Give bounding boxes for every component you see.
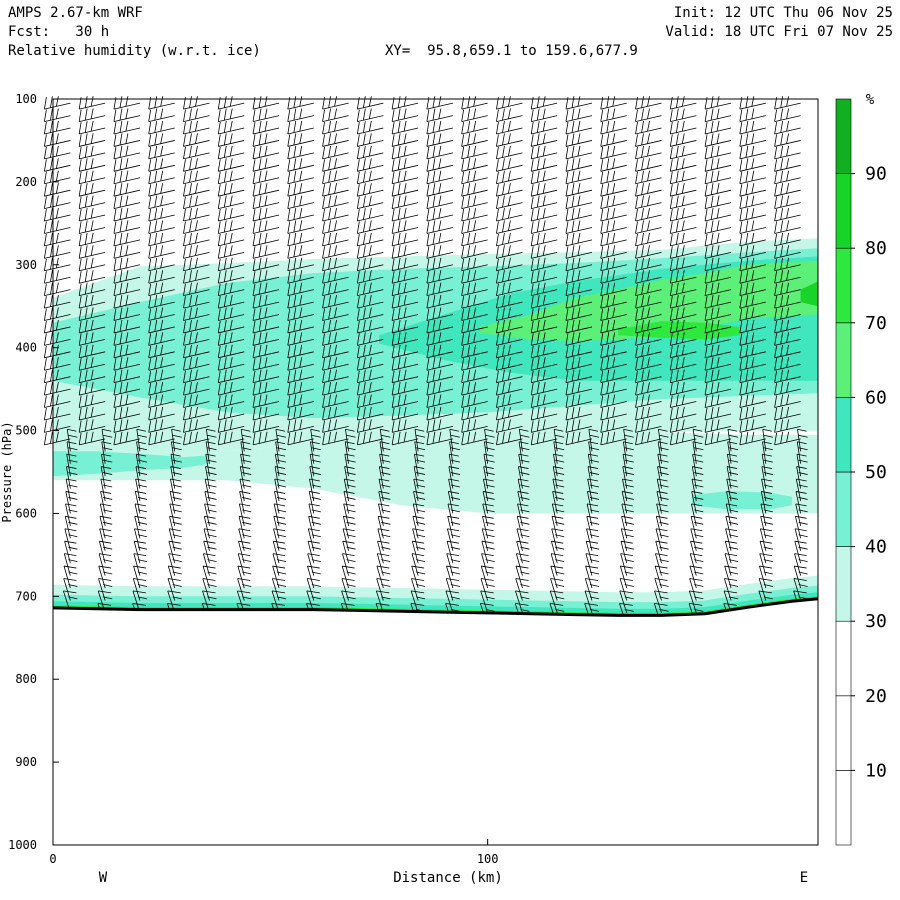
colorbar-swatch [835, 173, 852, 249]
colorbar-swatch [835, 620, 852, 697]
y-tick-label: 400 [15, 341, 37, 355]
y-tick-label: 1000 [8, 838, 37, 852]
forecast-hour: Fcst: 30 h [8, 24, 109, 40]
init-time: Init: 12 UTC Thu 06 Nov 25 [674, 5, 893, 21]
x-tick-label: 100 [477, 852, 499, 866]
y-tick-label: 600 [15, 506, 37, 520]
colorbar-tick-label: 30 [865, 611, 887, 632]
field-name: Relative humidity (w.r.t. ice) [8, 43, 261, 59]
terrain-fill [53, 598, 818, 845]
colorbar-unit: % [866, 92, 875, 108]
colorbar-tick-label: 40 [865, 537, 887, 558]
y-axis-label: Pressure (hPa) [0, 421, 14, 522]
y-axis: 100 200 300 400 500 600 700 800 900 1000 [8, 92, 59, 852]
rh-cross-section-chart: AMPS 2.67-km WRF Fcst: 30 h Relative hum… [0, 5, 893, 886]
cross-section-endpoints: XY= 95.8,659.1 to 159.6,677.9 [385, 43, 638, 59]
colorbar-tick-label: 10 [865, 760, 887, 781]
x-axis-right-end-label: E [800, 870, 808, 886]
colorbar-tick-label: 20 [865, 686, 887, 707]
colorbar-tick-label: 70 [865, 313, 887, 334]
y-tick-label: 100 [15, 92, 37, 106]
plot-area [43, 96, 819, 846]
colorbar-swatch [835, 247, 852, 324]
colorbar-tick-label: 90 [865, 164, 887, 185]
y-tick-label: 900 [15, 755, 37, 769]
colorbar-tick-label: 80 [865, 238, 887, 259]
x-tick-label: 0 [49, 852, 56, 866]
colorbar-swatch [835, 546, 852, 622]
y-tick-label: 700 [15, 589, 37, 603]
colorbar-swatch [835, 98, 852, 174]
x-axis-label: Distance (km) [393, 870, 503, 886]
colorbar-swatch [835, 770, 852, 846]
model-title: AMPS 2.67-km WRF [8, 5, 143, 21]
colorbar-swatch [835, 397, 852, 473]
y-tick-label: 500 [15, 424, 37, 438]
terrain-layer [52, 597, 819, 845]
valid-time: Valid: 18 UTC Fri 07 Nov 25 [665, 24, 893, 40]
y-tick-label: 300 [15, 258, 37, 272]
colorbar-tick-label: 50 [865, 462, 887, 483]
colorbar: 10 20 30 40 50 60 70 80 90 [835, 98, 887, 846]
y-tick-label: 200 [15, 175, 37, 189]
colorbar-swatch [835, 322, 852, 398]
x-axis-left-end-label: W [99, 870, 108, 886]
colorbar-swatch [835, 471, 852, 547]
y-tick-label: 800 [15, 672, 37, 686]
colorbar-swatch [835, 695, 852, 771]
colorbar-tick-label: 60 [865, 387, 887, 408]
